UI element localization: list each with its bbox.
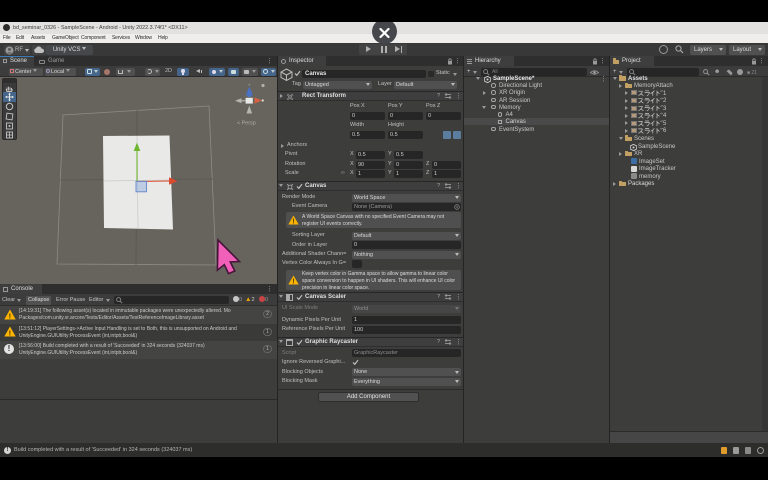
svg-text:!: ! [9,328,12,337]
svg-text:!: ! [9,311,12,320]
svg-text:!: ! [292,218,294,225]
svg-text:< Persp: < Persp [237,121,256,127]
svg-text:!: ! [292,278,294,285]
